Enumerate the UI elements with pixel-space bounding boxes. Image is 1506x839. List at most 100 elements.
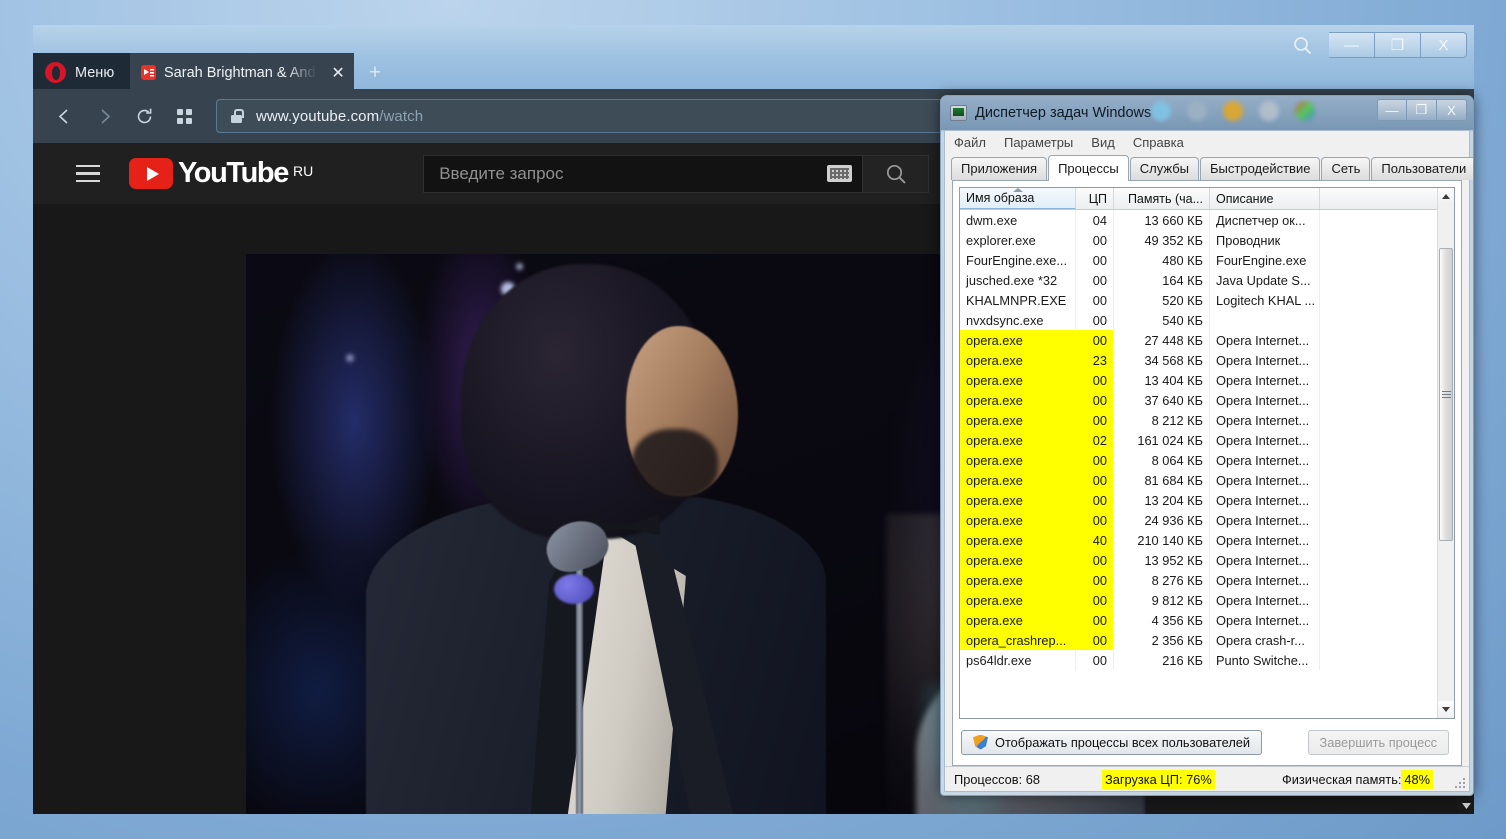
task-manager-window-controls: — ❐ X bbox=[1377, 99, 1467, 121]
tab-users[interactable]: Пользователи bbox=[1371, 157, 1473, 180]
table-row[interactable]: opera.exe 00 13 204 КБ Opera Internet... bbox=[960, 490, 1437, 510]
singer-badge bbox=[554, 574, 594, 604]
table-row[interactable]: opera.exe 00 81 684 КБ Opera Internet... bbox=[960, 470, 1437, 490]
back-icon[interactable] bbox=[45, 97, 83, 135]
tab-network[interactable]: Сеть bbox=[1321, 157, 1371, 180]
cell-memory: 37 640 КБ bbox=[1114, 390, 1210, 410]
browser-tab-youtube[interactable]: Sarah Brightman & Andrea ✕ bbox=[130, 53, 354, 92]
table-row[interactable]: opera.exe 00 13 952 КБ Opera Internet... bbox=[960, 550, 1437, 570]
cell-memory: 13 952 КБ bbox=[1114, 550, 1210, 570]
cell-cpu: 00 bbox=[1076, 370, 1114, 390]
table-row[interactable]: opera.exe 00 37 640 КБ Opera Internet... bbox=[960, 390, 1437, 410]
table-row[interactable]: opera.exe 02 161 024 КБ Opera Internet... bbox=[960, 430, 1437, 450]
cell-filler bbox=[1320, 630, 1437, 650]
cell-name: dwm.exe bbox=[960, 210, 1076, 230]
youtube-logo[interactable]: YouTube RU bbox=[129, 157, 313, 190]
reload-icon[interactable] bbox=[125, 97, 163, 135]
process-rows: dwm.exe 04 13 660 КБ Диспетчер ок... explore… bbox=[960, 210, 1437, 718]
cell-name: opera.exe bbox=[960, 510, 1076, 530]
process-table-header: Имя образа ЦП Память (ча... Описание bbox=[960, 188, 1437, 210]
end-process-button[interactable]: Завершить процесс bbox=[1307, 729, 1449, 755]
table-row[interactable]: opera.exe 00 8 276 КБ Opera Internet... bbox=[960, 570, 1437, 590]
table-row[interactable]: explorer.exe 00 49 352 КБ Проводник bbox=[960, 230, 1437, 250]
cell-memory: 161 024 КБ bbox=[1114, 430, 1210, 450]
speed-dial-icon[interactable] bbox=[165, 97, 203, 135]
table-row[interactable]: opera.exe 00 13 404 КБ Opera Internet... bbox=[960, 370, 1437, 390]
table-row[interactable]: dwm.exe 04 13 660 КБ Диспетчер ок... bbox=[960, 210, 1437, 230]
cell-cpu: 00 bbox=[1076, 230, 1114, 250]
table-row[interactable]: opera.exe 00 24 936 КБ Opera Internet... bbox=[960, 510, 1437, 530]
resize-grip-icon[interactable] bbox=[1454, 777, 1466, 789]
table-row[interactable]: opera.exe 00 8 064 КБ Opera Internet... bbox=[960, 450, 1437, 470]
menu-file[interactable]: Файл bbox=[954, 135, 986, 150]
tab-processes[interactable]: Процессы bbox=[1048, 155, 1129, 181]
table-row[interactable]: opera.exe 00 9 812 КБ Opera Internet... bbox=[960, 590, 1437, 610]
process-list-scrollbar[interactable] bbox=[1437, 188, 1454, 718]
cell-description: Opera Internet... bbox=[1210, 430, 1320, 450]
cell-description: Opera Internet... bbox=[1210, 510, 1320, 530]
tab-performance[interactable]: Быстродействие bbox=[1200, 157, 1321, 180]
menu-options[interactable]: Параметры bbox=[1004, 135, 1073, 150]
table-row[interactable]: opera_crashrep... 00 2 356 КБ Opera crash-r… bbox=[960, 630, 1437, 650]
status-memory-value: 48% bbox=[1401, 769, 1434, 789]
table-row[interactable]: opera.exe 00 4 356 КБ Opera Internet... bbox=[960, 610, 1437, 630]
show-all-users-button[interactable]: Отображать процессы всех пользователей bbox=[961, 729, 1263, 755]
youtube-favicon-icon bbox=[141, 65, 156, 80]
cell-description bbox=[1210, 310, 1320, 330]
cell-name: opera.exe bbox=[960, 470, 1076, 490]
tab-applications[interactable]: Приложения bbox=[951, 157, 1048, 180]
scroll-down-icon[interactable] bbox=[1438, 701, 1454, 718]
cell-filler bbox=[1320, 250, 1437, 270]
menu-view[interactable]: Вид bbox=[1091, 135, 1115, 150]
cell-filler bbox=[1320, 470, 1437, 490]
table-row[interactable]: opera.exe 23 34 568 КБ Opera Internet... bbox=[960, 350, 1437, 370]
keyboard-icon[interactable] bbox=[827, 165, 853, 182]
cell-description: Проводник bbox=[1210, 230, 1320, 250]
cell-filler bbox=[1320, 650, 1437, 670]
task-manager-titlebar[interactable]: Диспетчер задач Windows — ❐ X bbox=[941, 96, 1473, 130]
scroll-up-icon[interactable] bbox=[1438, 188, 1454, 205]
table-row[interactable]: ps64ldr.exe 00 216 КБ Punto Switche... bbox=[960, 650, 1437, 670]
table-row[interactable]: FourEngine.exe... 00 480 КБ FourEngine.exe bbox=[960, 250, 1437, 270]
table-row[interactable]: nvxdsync.exe 00 540 КБ bbox=[960, 310, 1437, 330]
tab-services[interactable]: Службы bbox=[1129, 157, 1200, 180]
cell-description: Opera Internet... bbox=[1210, 550, 1320, 570]
scroll-down-icon[interactable] bbox=[1458, 798, 1474, 814]
cell-description: Opera Internet... bbox=[1210, 330, 1320, 350]
column-header-description[interactable]: Описание bbox=[1210, 188, 1320, 209]
cell-memory: 24 936 КБ bbox=[1114, 510, 1210, 530]
lock-icon bbox=[231, 109, 244, 123]
task-manager-maximize-button[interactable]: ❐ bbox=[1407, 99, 1437, 121]
task-manager-close-button[interactable]: X bbox=[1437, 99, 1467, 121]
youtube-search-area: Введите запрос bbox=[423, 154, 930, 193]
table-row[interactable]: opera.exe 00 27 448 КБ Opera Internet... bbox=[960, 330, 1437, 350]
menu-help[interactable]: Справка bbox=[1133, 135, 1184, 150]
table-row[interactable]: opera.exe 00 8 212 КБ Opera Internet... bbox=[960, 410, 1437, 430]
table-row[interactable]: KHALMNPR.EXE 00 520 КБ Logitech KHAL ... bbox=[960, 290, 1437, 310]
search-button[interactable] bbox=[863, 154, 930, 193]
browser-tab-strip: Меню Sarah Brightman & Andrea ✕ + bbox=[33, 49, 1474, 92]
forward-icon[interactable] bbox=[85, 97, 123, 135]
column-header-name[interactable]: Имя образа bbox=[960, 188, 1076, 209]
cell-memory: 13 204 КБ bbox=[1114, 490, 1210, 510]
new-tab-button[interactable]: + bbox=[354, 53, 396, 92]
column-header-filler bbox=[1320, 188, 1437, 209]
column-header-memory[interactable]: Память (ча... bbox=[1114, 188, 1210, 209]
cell-name: opera_crashrep... bbox=[960, 630, 1076, 650]
task-manager-minimize-button[interactable]: — bbox=[1377, 99, 1407, 121]
opera-menu-button[interactable]: Меню bbox=[33, 53, 130, 92]
table-row[interactable]: opera.exe 40 210 140 КБ Opera Internet... bbox=[960, 530, 1437, 550]
table-row[interactable]: jusched.exe *32 00 164 КБ Java Update S... bbox=[960, 270, 1437, 290]
cell-memory: 81 684 КБ bbox=[1114, 470, 1210, 490]
cell-name: FourEngine.exe... bbox=[960, 250, 1076, 270]
search-input[interactable]: Введите запрос bbox=[423, 154, 864, 193]
tab-close-icon[interactable]: ✕ bbox=[328, 63, 348, 83]
column-header-cpu[interactable]: ЦП bbox=[1076, 188, 1114, 209]
cell-filler bbox=[1320, 510, 1437, 530]
cell-cpu: 00 bbox=[1076, 450, 1114, 470]
scrollbar-grip-icon bbox=[1441, 391, 1451, 398]
cell-filler bbox=[1320, 530, 1437, 550]
scrollbar-thumb[interactable] bbox=[1439, 248, 1453, 541]
cell-memory: 210 140 КБ bbox=[1114, 530, 1210, 550]
hamburger-menu-icon[interactable] bbox=[61, 164, 115, 183]
